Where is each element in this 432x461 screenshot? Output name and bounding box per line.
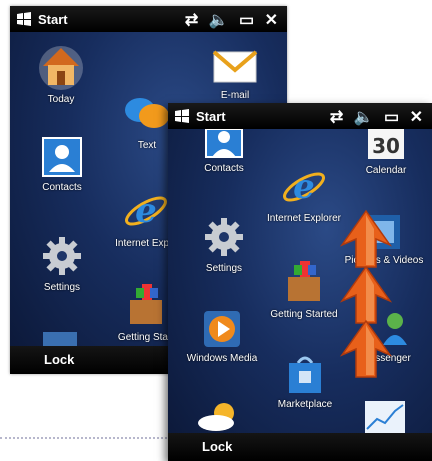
front-lock-softkey[interactable]: Lock: [202, 439, 232, 454]
back-tile-contacts-label: Contacts: [42, 182, 82, 193]
svg-text:e: e: [135, 191, 157, 231]
windows-flag-icon[interactable]: [174, 109, 190, 123]
shopping-bag-icon: [289, 356, 321, 393]
front-phone-screen: Start ⇄ 🔈 ▭ ✕ Contacts 30 Calendar e Int…: [168, 103, 432, 461]
front-tile-calendar[interactable]: 30 Calendar: [356, 129, 416, 176]
front-status-icons[interactable]: ⇄ 🔈 ▭ ✕: [330, 107, 426, 127]
front-tile-internet-explorer-label: Internet Explorer: [267, 213, 341, 224]
front-tile-chart-partial[interactable]: [362, 401, 408, 437]
contacts-icon: [205, 129, 243, 158]
front-tile-calendar-label: Calendar: [365, 165, 407, 176]
line-chart-icon: [365, 401, 405, 433]
home-icon: [39, 46, 83, 90]
front-tile-weather-partial[interactable]: [192, 399, 246, 435]
dotted-separator: [0, 437, 175, 439]
back-titlebar: Start ⇄ 🔈 ▭ ✕: [10, 6, 287, 32]
back-tile-contacts[interactable]: Contacts: [34, 136, 90, 193]
calendar-icon: 30: [368, 129, 404, 159]
media-player-icon: [204, 311, 240, 347]
media-icon: [43, 332, 77, 346]
back-tile-email[interactable]: E-mail: [205, 46, 265, 101]
front-tile-getting-started[interactable]: Getting Started: [262, 259, 346, 320]
front-tile-getting-started-label: Getting Started: [270, 309, 338, 320]
front-tile-settings[interactable]: Settings: [196, 215, 252, 274]
back-tile-settings-label: Settings: [43, 282, 81, 293]
gift-box-icon: [130, 284, 162, 324]
scroll-up-arrow-icon: [340, 319, 392, 378]
scroll-up-arrow-icon: [340, 265, 392, 324]
chat-bubbles-icon: [125, 98, 169, 128]
contacts-icon: [42, 137, 82, 177]
front-tile-contacts-label: Contacts: [204, 163, 244, 174]
internet-explorer-icon: e: [125, 191, 167, 231]
calendar-day-number: 30: [372, 134, 400, 158]
front-tile-windows-media[interactable]: Windows Media: [182, 309, 262, 364]
back-tile-today-label: Today: [47, 94, 75, 105]
back-tile-today[interactable]: Today: [34, 40, 88, 105]
gift-box-icon: [288, 261, 320, 301]
front-tile-marketplace[interactable]: Marketplace: [272, 353, 338, 410]
internet-explorer-icon: e: [283, 167, 325, 207]
back-lock-softkey[interactable]: Lock: [44, 352, 74, 367]
back-title: Start: [38, 12, 68, 27]
front-titlebar: Start ⇄ 🔈 ▭ ✕: [168, 103, 432, 129]
weather-icon: [198, 403, 234, 431]
svg-text:e: e: [293, 167, 315, 207]
envelope-icon: [212, 50, 258, 83]
windows-flag-icon[interactable]: [16, 12, 32, 26]
front-tile-windows-media-label: Windows Media: [186, 353, 258, 364]
back-tile-settings[interactable]: Settings: [34, 234, 90, 293]
front-tile-contacts[interactable]: Contacts: [196, 129, 252, 174]
scroll-up-arrow-icon: [340, 209, 392, 268]
front-title: Start: [196, 109, 226, 124]
front-tile-internet-explorer[interactable]: e Internet Explorer: [260, 165, 348, 224]
back-status-icons[interactable]: ⇄ 🔈 ▭ ✕: [185, 10, 281, 30]
gear-icon: [43, 237, 81, 275]
gear-icon: [205, 218, 243, 256]
front-tile-marketplace-label: Marketplace: [277, 399, 333, 410]
front-tile-settings-label: Settings: [205, 263, 243, 274]
back-tile-email-label: E-mail: [220, 90, 250, 101]
front-softkey-bar: Lock: [168, 433, 432, 461]
